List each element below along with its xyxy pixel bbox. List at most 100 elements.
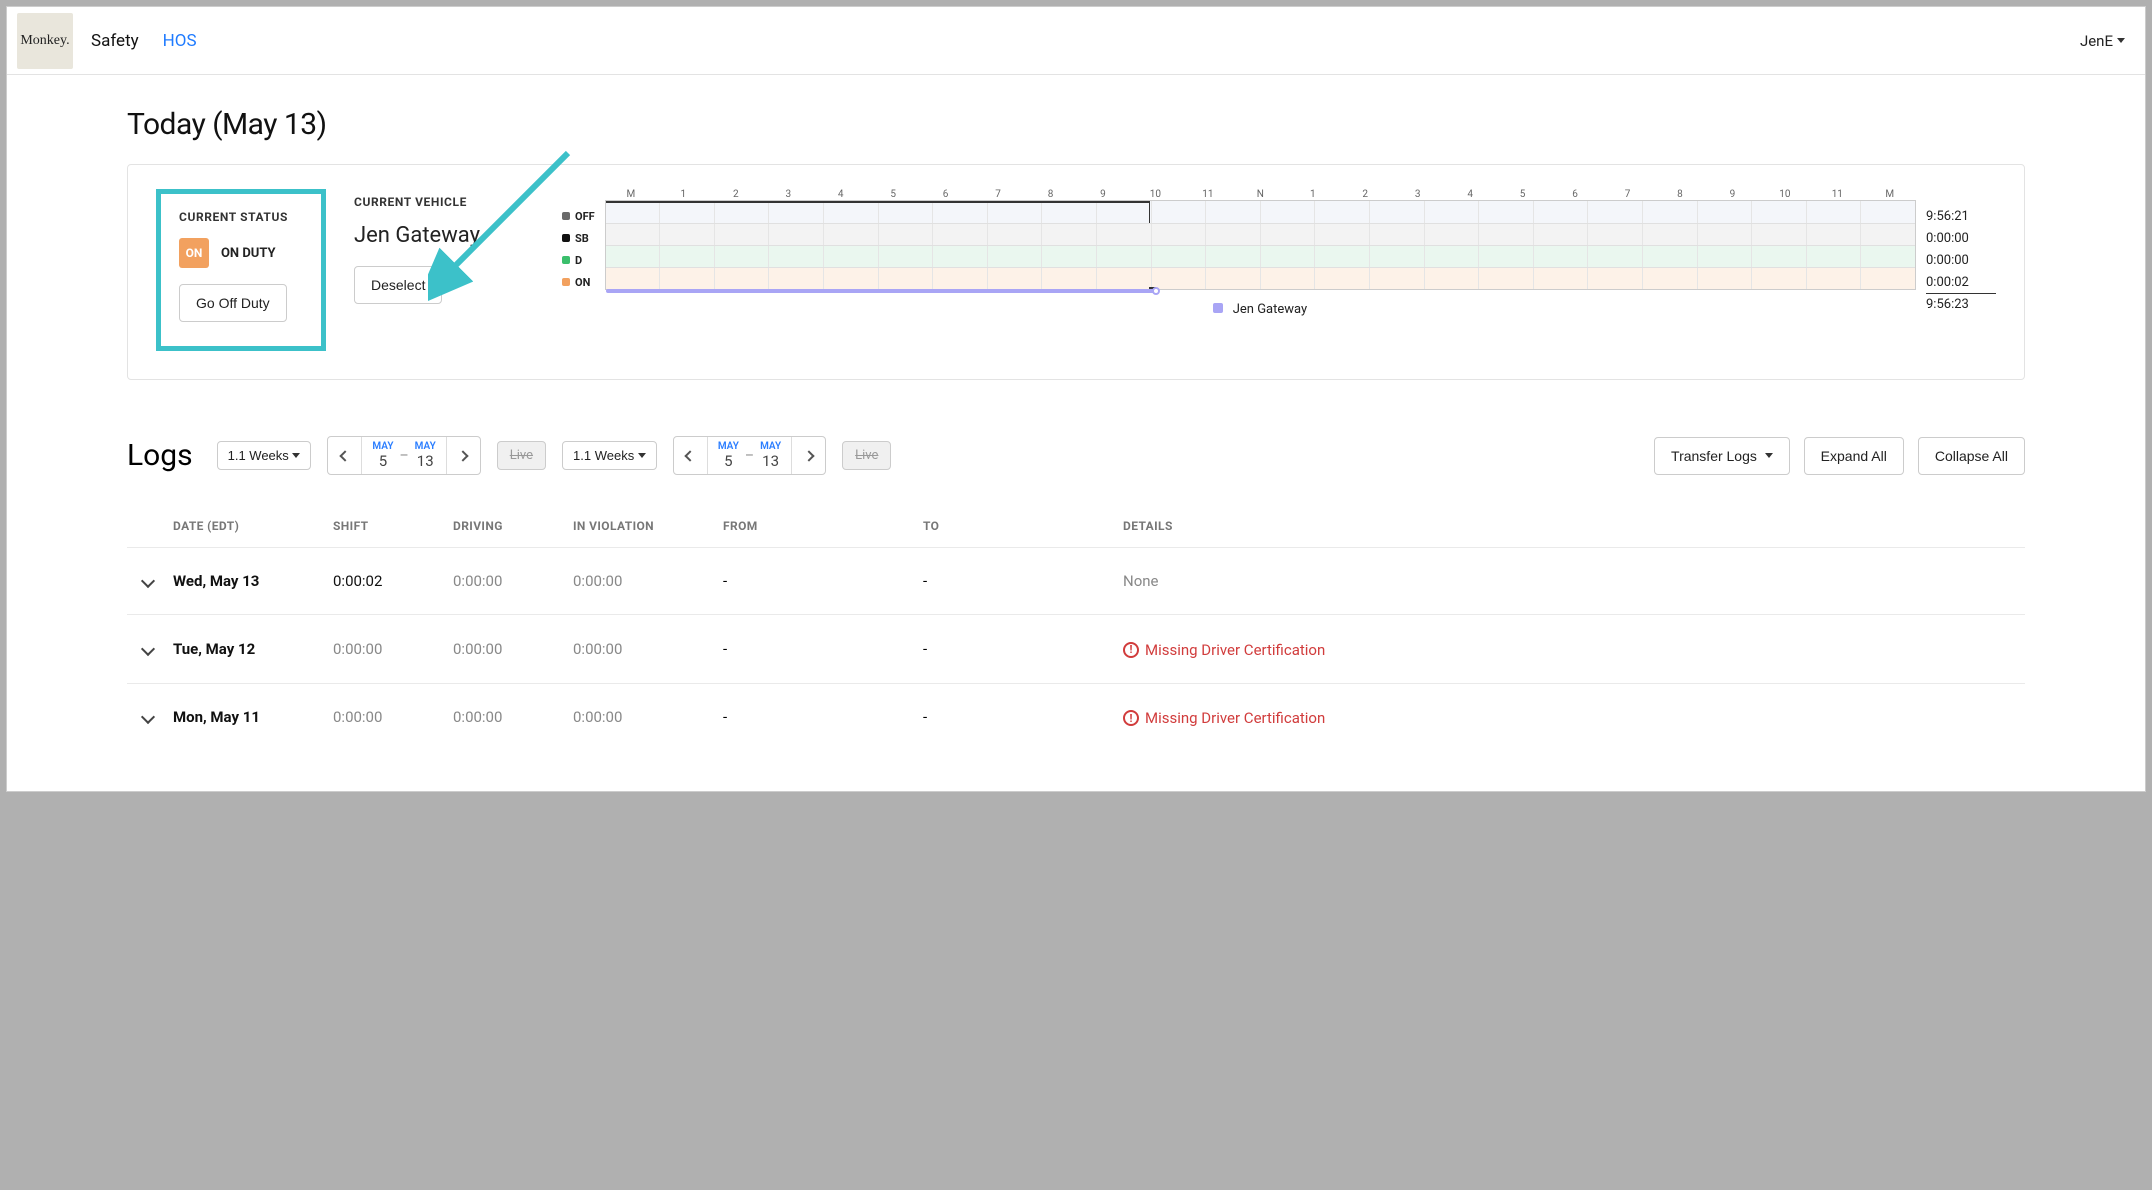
hour-label: 3 [1391,189,1443,200]
timeline-grid [605,200,1916,290]
hour-label: 8 [1654,189,1706,200]
transfer-logs-button[interactable]: Transfer Logs [1654,437,1790,475]
row-label-sb: SB [575,232,589,245]
hour-label: 2 [710,189,762,200]
th-to: TO [923,519,1123,533]
cell-shift: 0:00:00 [333,640,453,658]
caret-down-icon [2117,38,2125,43]
hour-label: 7 [1601,189,1653,200]
expand-all-button[interactable]: Expand All [1804,437,1904,475]
range-next-1[interactable] [446,437,480,474]
cell-violation: 0:00:00 [573,640,723,658]
expand-row-icon[interactable] [141,710,155,724]
table-row: Tue, May 12 0:00:00 0:00:00 0:00:00 - - … [127,614,2025,683]
caret-down-icon [1765,453,1773,458]
today-card: CURRENT STATUS ON ON DUTY Go Off Duty CU… [127,164,2025,380]
chevron-right-icon [458,450,469,461]
range-to-month-1: MAY [415,441,436,452]
time-sb: 0:00:00 [1926,227,1996,249]
date-range-picker-2[interactable]: MAY 5 – MAY 13 [673,436,826,475]
status-section-label: CURRENT STATUS [179,210,303,224]
warning-icon: ! [1123,710,1139,726]
range-to-day-2: 13 [760,452,781,470]
vehicle-name: Jen Gateway [354,223,534,248]
time-d: 0:00:00 [1926,249,1996,271]
status-badge: ON [179,238,209,268]
range-from-day-1: 5 [372,452,393,470]
range-prev-2[interactable] [674,437,708,474]
hour-label: 11 [1182,189,1234,200]
th-shift: SHIFT [333,519,453,533]
hour-label: M [1864,189,1916,200]
cell-violation: 0:00:00 [573,572,723,590]
cell-violation: 0:00:00 [573,708,723,726]
hour-label: 7 [972,189,1024,200]
range-next-2[interactable] [791,437,825,474]
vehicle-section-label: CURRENT VEHICLE [354,195,534,209]
page-title: Today (May 13) [127,107,2025,142]
range-to-day-1: 13 [415,452,436,470]
hour-label: 5 [867,189,919,200]
weeks-select-2[interactable]: 1.1 Weeks [562,441,657,470]
timeline-hour-labels: M1234567891011N1234567891011M [605,189,1916,200]
range-from-month-1: MAY [372,441,393,452]
nav-hos[interactable]: HOS [163,31,197,51]
cell-shift: 0:00:02 [333,572,453,590]
time-on: 0:00:02 [1926,271,1996,293]
range-from-month-2: MAY [718,441,739,452]
user-menu[interactable]: JenE [2080,32,2125,50]
legend-vehicle-icon [1213,303,1223,313]
expand-row-icon[interactable] [141,642,155,656]
go-off-duty-button[interactable]: Go Off Duty [179,284,287,322]
weeks-select-1[interactable]: 1.1 Weeks [217,441,312,470]
row-label-on: ON [575,276,590,289]
expand-row-icon[interactable] [141,574,155,588]
hour-label: 8 [1024,189,1076,200]
cell-to: - [923,572,1123,590]
th-date: DATE (EDT) [173,519,333,533]
deselect-vehicle-button[interactable]: Deselect [354,266,442,304]
cell-details: !Missing Driver Certification [1123,639,2009,659]
hour-label: 10 [1759,189,1811,200]
legend-on-icon [562,278,570,286]
status-text: ON DUTY [221,246,276,261]
legend-d-icon [562,256,570,264]
user-name: JenE [2080,32,2113,50]
cell-details: None [1123,572,2009,590]
cell-to: - [923,640,1123,658]
live-toggle-1[interactable]: Live [497,441,546,470]
hour-label: 3 [762,189,814,200]
hour-label: 2 [1339,189,1391,200]
time-off: 9:56:21 [1926,205,1996,227]
brand-logo: Monkey. [17,13,73,69]
cell-from: - [723,708,923,726]
hour-label: 5 [1496,189,1548,200]
nav-safety[interactable]: Safety [91,31,139,51]
live-toggle-2[interactable]: Live [842,441,891,470]
hour-label: 9 [1077,189,1129,200]
timeline-vehicle-marker [1152,287,1160,295]
hour-label: 1 [1287,189,1339,200]
current-vehicle-box: CURRENT VEHICLE Jen Gateway Deselect [354,189,534,304]
th-violation: IN VIOLATION [573,519,723,533]
cell-from: - [723,640,923,658]
cell-driving: 0:00:00 [453,640,573,658]
legend-vehicle-label: Jen Gateway [1233,302,1307,317]
cell-date: Mon, May 11 [173,708,333,726]
range-prev-1[interactable] [328,437,362,474]
timeline-off-segment [606,201,1149,203]
cell-shift: 0:00:00 [333,708,453,726]
table-row: Wed, May 13 0:00:02 0:00:00 0:00:00 - - … [127,547,2025,614]
hour-label: 6 [919,189,971,200]
collapse-all-button[interactable]: Collapse All [1918,437,2025,475]
chevron-right-icon [803,450,814,461]
row-label-d: D [575,254,582,267]
table-row: Mon, May 11 0:00:00 0:00:00 0:00:00 - - … [127,683,2025,752]
warning-icon: ! [1123,642,1139,658]
hour-label: 11 [1811,189,1863,200]
date-range-picker-1[interactable]: MAY 5 – MAY 13 [327,436,480,475]
caret-down-icon [292,453,300,458]
logs-table: DATE (EDT) SHIFT DRIVING IN VIOLATION FR… [127,505,2025,751]
timeline-vehicle-bar [606,289,1156,293]
row-label-off: OFF [575,210,595,223]
